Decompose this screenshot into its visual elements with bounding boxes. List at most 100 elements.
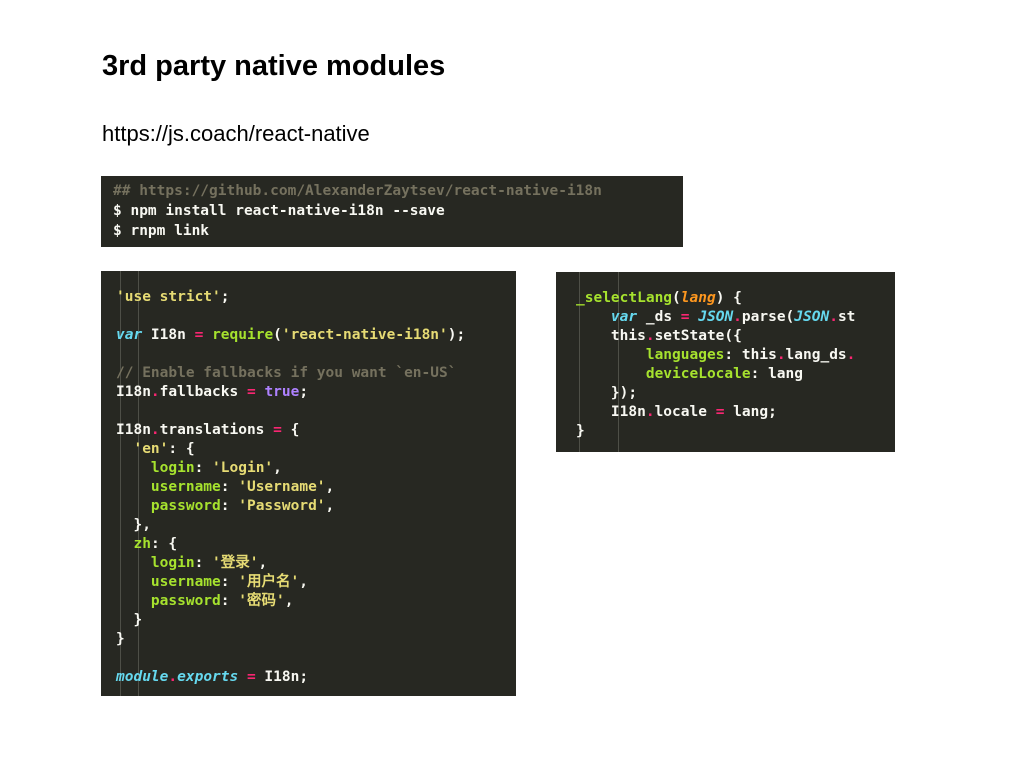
code-token: ) { <box>715 290 742 306</box>
code-token: JSON <box>794 309 830 325</box>
slide-title: 3rd party native modules <box>102 50 446 82</box>
code-line: zh: { <box>116 535 516 554</box>
code-line: module.exports = I18n; <box>116 668 516 687</box>
code-token: 'use strict' <box>116 289 221 305</box>
code-token: }, <box>116 517 151 533</box>
code-token: username <box>150 479 221 495</box>
code-token: _ds <box>637 309 681 325</box>
code-token: } <box>576 423 585 439</box>
code-token: , <box>325 479 335 495</box>
code-token: password <box>150 593 221 609</box>
code-token: , <box>273 460 282 476</box>
code-token: module <box>116 669 169 685</box>
code-line: login: '登录', <box>116 554 516 573</box>
code-token: . <box>168 669 178 685</box>
code-token: st <box>837 309 856 325</box>
code-token: '登录' <box>212 555 259 571</box>
code-token: } <box>116 612 143 628</box>
code-token: . <box>645 328 655 344</box>
code-token: languages <box>645 347 725 363</box>
code-token: ( <box>273 327 282 343</box>
i18n-config-code-block: 'use strict'; var I18n = require('react-… <box>101 271 516 696</box>
code-token: I18n <box>142 327 195 343</box>
code-token: . <box>829 309 838 325</box>
code-line: login: 'Login', <box>116 459 516 478</box>
code-token: fallbacks <box>159 384 247 400</box>
code-token: . <box>776 347 786 363</box>
code-token: // Enable fallbacks if you want `en-US` <box>116 365 457 381</box>
code-line: username: '用户名', <box>116 573 516 592</box>
code-line: } <box>576 422 895 441</box>
code-token: setState({ <box>654 328 742 344</box>
code-token: locale <box>654 404 716 420</box>
code-token: parse( <box>741 309 795 325</box>
code-token: , <box>258 555 268 571</box>
code-line: password: '密码', <box>116 592 516 611</box>
js-coach-link[interactable]: https://js.coach/react-native <box>102 121 370 147</box>
code-token: ; <box>220 289 230 305</box>
code-token: exports <box>177 669 239 685</box>
code-token: true <box>264 384 300 400</box>
code-token: '密码' <box>238 593 285 609</box>
code-token: username <box>150 574 221 590</box>
code-token: , <box>325 498 335 514</box>
code-token: lang <box>680 290 716 306</box>
code-token: var <box>610 309 638 325</box>
code-token: : <box>194 555 213 571</box>
code-token: JSON <box>698 309 734 325</box>
code-token: : <box>220 479 239 495</box>
code-line: // Enable fallbacks if you want `en-US` <box>116 364 516 383</box>
code-token: : <box>220 574 239 590</box>
code-line: _selectLang(lang) { <box>576 289 895 308</box>
code-line: }, <box>116 516 516 535</box>
code-line: I18n.locale = lang; <box>576 403 895 422</box>
code-token: I18n <box>116 422 151 438</box>
code-token: ; <box>299 384 309 400</box>
code-token: . <box>645 404 655 420</box>
code-token: : this <box>724 347 777 363</box>
code-token: . <box>150 422 160 438</box>
code-token: $ rnpm link <box>113 223 210 239</box>
code-token: translations <box>159 422 274 438</box>
code-token: I18n; <box>255 669 309 685</box>
code-token: . <box>846 347 856 363</box>
code-token: password <box>150 498 221 514</box>
code-token: I18n <box>116 384 151 400</box>
code-token: { <box>281 422 300 438</box>
code-line: 'en': { <box>116 440 516 459</box>
code-token: 'react-native-i18n' <box>281 327 448 343</box>
code-token: : { <box>168 441 195 457</box>
code-token: : <box>220 593 239 609</box>
code-line: this.setState({ <box>576 327 895 346</box>
code-token: 'Password' <box>238 498 326 514</box>
code-token: , <box>284 593 294 609</box>
code-line: password: 'Password', <box>116 497 516 516</box>
code-line: I18n.translations = { <box>116 421 516 440</box>
code-token: : { <box>150 536 178 552</box>
code-token: = <box>246 384 256 400</box>
code-token: lang; <box>724 404 777 420</box>
code-token: , <box>299 574 308 590</box>
code-line: }); <box>576 384 895 403</box>
code-token: . <box>150 384 160 400</box>
code-line: } <box>116 630 516 649</box>
code-line: deviceLocale: lang <box>576 365 895 384</box>
code-line: I18n.fallbacks = true; <box>116 383 516 402</box>
code-token: var <box>116 327 143 343</box>
code-token: ); <box>447 327 466 343</box>
code-token: I18n <box>576 404 646 420</box>
code-line: $ rnpm link <box>113 221 683 241</box>
code-token: } <box>116 631 125 647</box>
code-token: zh <box>133 536 151 552</box>
code-token: : <box>220 498 239 514</box>
